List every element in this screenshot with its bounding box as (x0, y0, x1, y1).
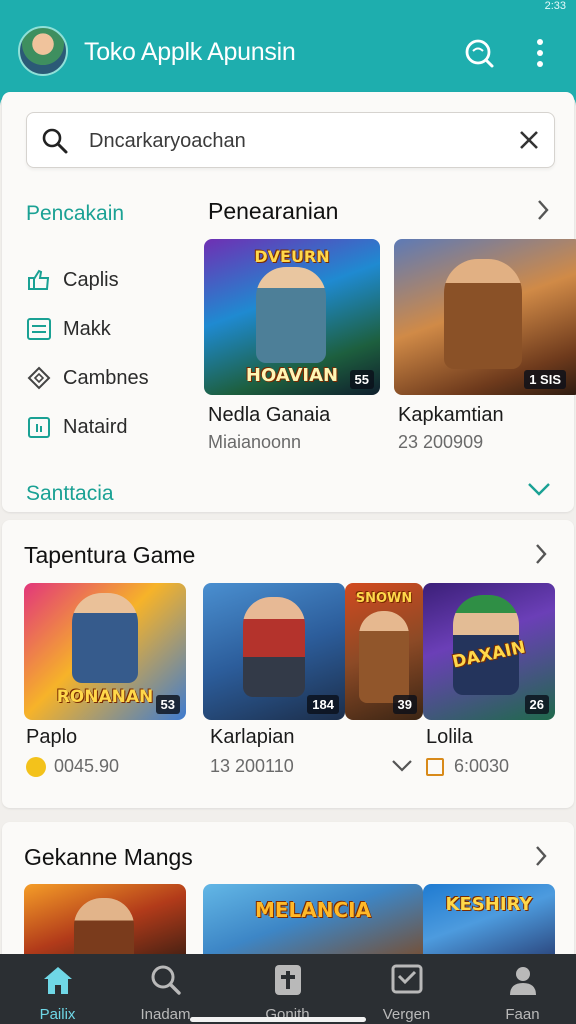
section-title: Tapentura Game (24, 542, 196, 568)
tile-badge: 53 (155, 695, 180, 714)
app-tile-melancia[interactable]: MELANCIA (203, 884, 423, 964)
status-bar: 2:33 (0, 0, 576, 14)
tile-badge: 1 SIS (524, 370, 566, 389)
nav-label: Vergen (382, 1006, 431, 1023)
game-art (444, 259, 522, 369)
app-tile-paplo[interactable]: RONANAN 53 (24, 583, 186, 720)
content-sheet: Pencakain Caplis Makk Cambnes Nataird (0, 92, 576, 1024)
list-icon (26, 316, 52, 342)
chevron-right-icon[interactable] (536, 198, 550, 227)
app-tile-karlapian[interactable]: 184 (203, 583, 345, 720)
app-name: Kapkamtian (398, 404, 504, 426)
coin-icon (26, 756, 46, 777)
bottom-nav: Pailix Inadam Gonith Vergen Faan (0, 954, 576, 1024)
game-art (256, 267, 326, 363)
tile-badge: 39 (392, 695, 417, 714)
status-time: 2:33 (544, 0, 566, 12)
section-title: Gekanne Mangs (24, 844, 193, 870)
app-meta-value: 6:0030 (454, 756, 510, 776)
search-input[interactable] (89, 123, 489, 159)
chevron-right-icon[interactable] (534, 542, 548, 571)
app-name: Nedla Ganaia (208, 404, 331, 426)
avatar[interactable] (18, 26, 68, 76)
filter-item-makk[interactable]: Makk (26, 313, 111, 345)
art-title: SNOWN (355, 591, 413, 606)
filter-item-label: Makk (63, 317, 111, 340)
app-tile-third-1[interactable] (24, 884, 186, 964)
art-title: KESHIRY (445, 894, 533, 915)
app-tile-snown[interactable]: SNOWN 39 (345, 583, 423, 720)
filter-item-label: Cambnes (63, 366, 149, 389)
thumb-icon (26, 267, 52, 293)
home-icon (41, 964, 75, 1001)
tablet-icon (274, 964, 302, 1001)
tile-badge: 184 (307, 695, 339, 714)
filter-item-nataird[interactable]: Nataird (26, 411, 127, 443)
nav-item-search[interactable]: Inadam (108, 954, 223, 1024)
app-tile-kapkamtian[interactable]: 1 SIS (394, 239, 576, 395)
app-name: Lolila (426, 726, 473, 748)
game-art (359, 611, 409, 703)
nav-item-home[interactable]: Pailix (0, 954, 115, 1024)
app-meta: 0045.90 (26, 756, 119, 777)
app-bar: Toko Applk Apunsin (0, 14, 576, 92)
app-meta: 13 200110 (210, 756, 294, 776)
nav-item-gonith[interactable]: Gonith (230, 954, 345, 1024)
person-icon (507, 964, 539, 1001)
search-icon[interactable] (462, 36, 496, 70)
close-icon[interactable] (516, 127, 542, 158)
popular-card: Tapentura Game RONANAN 53 Paplo 0045.90 … (2, 520, 574, 808)
featured-card: Pencakain Caplis Makk Cambnes Nataird (2, 92, 576, 512)
chevron-down-icon[interactable] (526, 480, 552, 503)
calendar-icon (26, 414, 52, 440)
game-art (243, 597, 305, 697)
search-bar[interactable] (26, 112, 555, 168)
filter-title: Pencakain (26, 202, 125, 225)
nav-label: Pailix (39, 1006, 76, 1023)
search-icon (41, 127, 69, 160)
filter-footer[interactable]: Santtacia (26, 482, 114, 506)
app-tile-keshiry[interactable]: KESHIRY (423, 884, 555, 964)
app-tile-lolila[interactable]: DAXAIN 26 (423, 583, 555, 720)
section-title: Penearanian (208, 198, 339, 224)
filter-item-cambnes[interactable]: Cambnes (26, 362, 149, 394)
calendar-icon (426, 757, 444, 776)
more-vert-icon[interactable] (523, 36, 557, 70)
filter-item-label: Nataird (63, 415, 128, 438)
nav-item-profile[interactable]: Faan (465, 954, 576, 1024)
app-meta: Miaianoonn (208, 432, 302, 452)
app-tile-nedla-ganaia[interactable]: DVEURN HOAVIAN 55 (204, 239, 380, 395)
chevron-right-icon[interactable] (534, 844, 548, 873)
gem-icon (26, 365, 52, 391)
search-icon (150, 964, 182, 1001)
filter-item-caplis[interactable]: Caplis (26, 264, 119, 296)
tile-badge: 26 (524, 695, 549, 714)
art-title: MELANCIA (254, 898, 372, 922)
app-name: Karlapian (210, 726, 295, 748)
app-meta: 6:0030 (426, 756, 509, 777)
home-indicator (190, 1017, 366, 1022)
app-meta-value: 0045.90 (54, 756, 120, 776)
nav-item-vergen[interactable]: Vergen (349, 954, 464, 1024)
inbox-icon (391, 964, 423, 999)
game-art (72, 593, 138, 683)
art-title-top: DVEURN (254, 247, 330, 266)
app-meta: 23 200909 (398, 432, 484, 452)
nav-label: Faan (505, 1006, 540, 1023)
tile-badge: 55 (349, 370, 374, 389)
filter-item-label: Caplis (63, 268, 119, 291)
chevron-down-icon[interactable] (390, 758, 414, 779)
app-title: Toko Applk Apunsin (84, 38, 296, 66)
app-name: Paplo (26, 726, 78, 748)
